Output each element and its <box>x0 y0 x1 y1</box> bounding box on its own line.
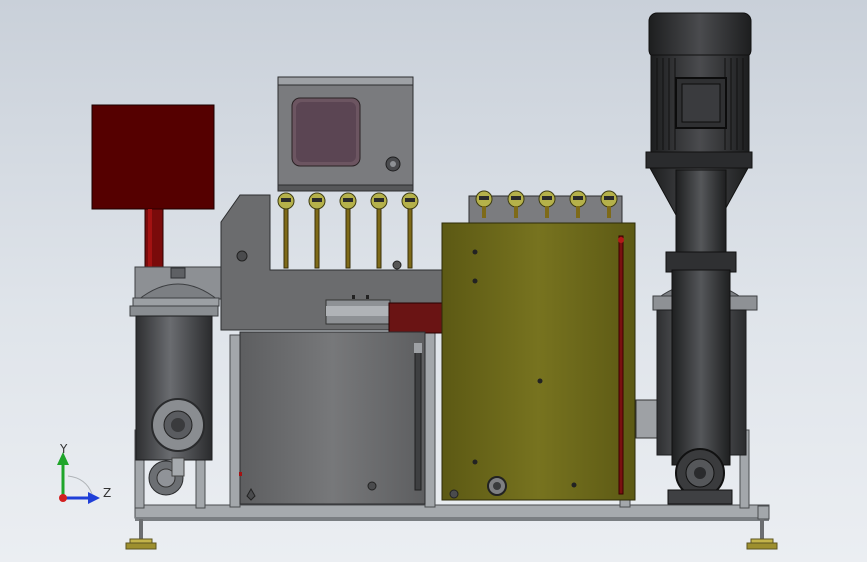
y-axis-label: Y <box>59 442 68 456</box>
olive-cabinet[interactable] <box>441 222 658 501</box>
coordinate-triad: Y Z <box>57 442 111 504</box>
grey-cabinet[interactable] <box>239 331 426 505</box>
gauge-set-right <box>468 190 623 225</box>
pressure-gauge <box>401 192 419 269</box>
pressure-gauge <box>277 192 295 269</box>
z-axis-label: Z <box>103 486 111 500</box>
pressure-gauge <box>308 192 326 269</box>
gauge-set-left <box>277 192 419 270</box>
leveling-foot-left <box>125 519 157 550</box>
leveling-foot-right <box>746 519 778 550</box>
triad-arc <box>67 475 93 495</box>
z-axis-arrowhead <box>88 492 100 504</box>
assembly-model-canvas[interactable]: Y Z <box>0 0 867 562</box>
red-box-assembly[interactable] <box>91 104 215 268</box>
control-box[interactable] <box>277 76 414 192</box>
pressure-gauge <box>370 192 388 269</box>
pressure-gauge <box>339 192 357 269</box>
cad-viewport[interactable]: Y Z <box>0 0 867 562</box>
x-axis-origin <box>59 494 67 502</box>
